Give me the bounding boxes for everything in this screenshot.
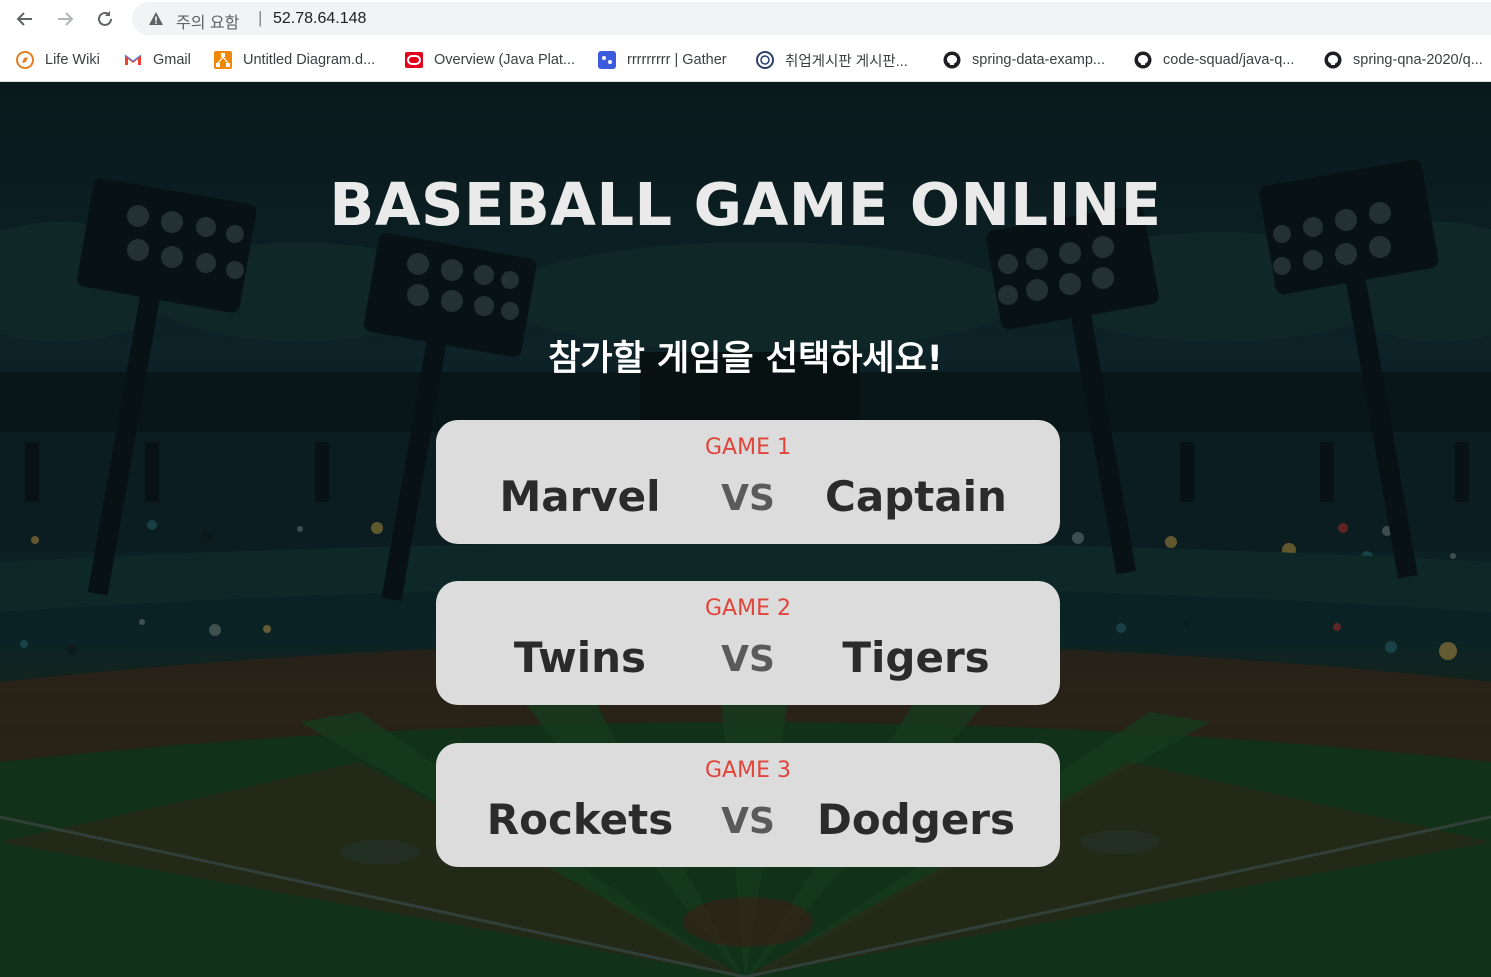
- bookmark-gmail[interactable]: Gmail: [124, 49, 191, 71]
- page-title: BASEBALL GAME ONLINE: [329, 170, 1162, 239]
- reload-button[interactable]: [91, 6, 119, 32]
- game-card-3[interactable]: GAME 3 Rockets VS Dodgers: [436, 743, 1060, 867]
- github-icon: [943, 51, 961, 69]
- bookmark-java-overview[interactable]: Overview (Java Plat...: [405, 49, 575, 71]
- bookmark-label: Gmail: [153, 52, 191, 68]
- game-label: GAME 3: [705, 758, 791, 783]
- bookmark-spring-qna[interactable]: spring-qna-2020/q...: [1324, 49, 1483, 71]
- github-icon: [1134, 51, 1152, 69]
- bookmark-label: rrrrrrrrr | Gather: [627, 52, 727, 68]
- bookmark-label: spring-qna-2020/q...: [1353, 52, 1483, 68]
- bookmark-label: Overview (Java Plat...: [434, 52, 576, 68]
- address-bar[interactable]: 주의 요함 | 52.78.64.148: [132, 2, 1491, 35]
- game-card-1[interactable]: GAME 1 Marvel VS Captain: [436, 420, 1060, 544]
- back-button[interactable]: [11, 6, 39, 32]
- home-team-name: Rockets: [486, 795, 674, 844]
- bookmark-label: spring-data-examp...: [972, 52, 1105, 68]
- game-card-2[interactable]: GAME 2 Twins VS Tigers: [436, 581, 1060, 705]
- bookmark-diagram[interactable]: Untitled Diagram.d...: [214, 49, 375, 71]
- browser-toolbar: 주의 요함 | 52.78.64.148: [0, 0, 1491, 38]
- bookmark-label: Untitled Diagram.d...: [243, 52, 376, 68]
- forward-button[interactable]: [51, 6, 79, 32]
- bookmark-spring-data[interactable]: spring-data-examp...: [943, 49, 1105, 71]
- bookmark-label: Life Wiki: [45, 52, 100, 68]
- board-icon: [756, 51, 774, 69]
- oracle-icon: [405, 52, 423, 68]
- diagram-icon: [214, 51, 232, 69]
- forward-arrow-icon: [58, 12, 74, 26]
- away-team-name: Captain: [825, 472, 1007, 521]
- gather-icon: [598, 51, 616, 69]
- bookmark-job-board[interactable]: 취업게시판 게시판...: [756, 49, 908, 71]
- away-team-name: Dodgers: [816, 795, 1016, 844]
- url-text[interactable]: 52.78.64.148: [273, 10, 366, 28]
- bookmark-label: code-squad/java-q...: [1163, 52, 1295, 68]
- bookmark-label: 취업게시판 게시판...: [785, 53, 908, 70]
- game-label: GAME 1: [705, 435, 791, 460]
- page-subtitle: 참가할 게임을 선택하세요!: [548, 339, 943, 379]
- back-arrow-icon: [16, 12, 32, 26]
- compass-icon: [16, 51, 34, 69]
- security-label[interactable]: 주의 요함: [176, 9, 239, 33]
- reload-icon: [98, 11, 112, 26]
- bookmark-code-squad[interactable]: code-squad/java-q...: [1134, 49, 1294, 71]
- warning-icon[interactable]: [148, 11, 164, 27]
- away-team-name: Tigers: [842, 633, 990, 682]
- game-label: GAME 2: [705, 596, 791, 621]
- page-body: BASEBALL GAME ONLINE 참가할 게임을 선택하세요! GAME…: [0, 82, 1491, 977]
- bookmarks-bar: Life Wiki Gmail Untitled Diagram.d... Ov…: [0, 38, 1491, 82]
- url-separator: |: [258, 8, 263, 27]
- home-team-name: Marvel: [499, 472, 661, 521]
- bookmark-life-wiki[interactable]: Life Wiki: [16, 49, 100, 71]
- github-icon: [1324, 51, 1342, 69]
- gmail-icon: [124, 54, 142, 65]
- bookmark-gather[interactable]: rrrrrrrrr | Gather: [598, 49, 727, 71]
- home-team-name: Twins: [513, 633, 647, 682]
